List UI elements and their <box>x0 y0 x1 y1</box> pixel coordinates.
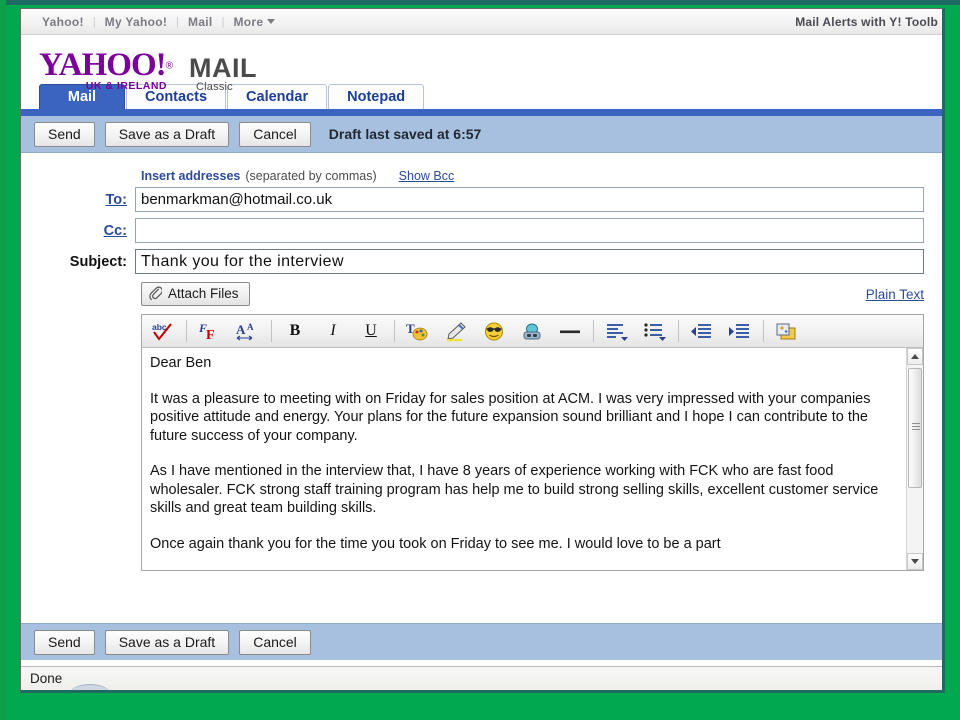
to-field-row: To: <box>39 187 924 212</box>
cancel-button-bottom[interactable]: Cancel <box>239 629 311 655</box>
send-button-bottom[interactable]: Send <box>34 629 95 655</box>
message-paragraph: It was a pleasure to meeting with on Fri… <box>150 390 871 444</box>
topnav-link-yahoo[interactable]: Yahoo! <box>33 15 93 29</box>
emoticon-icon[interactable] <box>475 317 513 346</box>
toolbar-separator <box>593 320 594 342</box>
message-paragraph: As I have mentioned in the interview tha… <box>150 463 879 516</box>
yahoo-top-nav: Yahoo! | My Yahoo! | Mail | More Mail Al… <box>21 9 942 35</box>
topnav-link-mail[interactable]: Mail <box>179 15 222 29</box>
attach-files-label: Attach Files <box>168 286 239 301</box>
mail-product-name: MAIL <box>189 53 257 83</box>
attach-files-button[interactable]: Attach Files <box>141 282 250 306</box>
indent-icon[interactable] <box>721 317 759 346</box>
insert-addresses-link[interactable]: Insert addresses <box>141 169 240 183</box>
editor-body-wrap: Dear Ben It was a pleasure to meeting wi… <box>142 348 923 570</box>
rich-text-editor: abc F F A A B I U T Dear Ben It was a pl… <box>141 314 924 571</box>
insert-addresses-hint: (separated by commas) <box>245 169 377 183</box>
triangle-down-icon <box>911 559 919 564</box>
cc-field-row: Cc: <box>39 218 924 243</box>
branding-band: YAHOO!® UK & IRELAND MAIL Classic <box>21 35 942 93</box>
underline-icon[interactable]: U <box>352 317 390 346</box>
message-body-input[interactable]: Dear Ben It was a pleasure to meeting wi… <box>142 348 906 570</box>
status-bar-artifact <box>69 684 111 690</box>
insert-addresses-row: Insert addresses (separated by commas) S… <box>141 165 924 187</box>
font-size-icon[interactable]: A A <box>229 317 267 346</box>
chevron-down-icon <box>267 19 276 24</box>
browser-window: Yahoo! | My Yahoo! | Mail | More Mail Al… <box>20 8 945 693</box>
svg-text:A: A <box>247 322 254 332</box>
yahoo-logo[interactable]: YAHOO!® UK & IRELAND <box>39 47 174 91</box>
tab-notepad[interactable]: Notepad <box>328 84 425 109</box>
triangle-up-icon <box>911 354 919 359</box>
message-paragraph: Once again thank you for the time you to… <box>150 535 721 552</box>
italic-icon[interactable]: I <box>314 317 352 346</box>
show-bcc-link[interactable]: Show Bcc <box>399 169 455 183</box>
yahoo-region-label: UK & IRELAND <box>85 79 168 92</box>
subject-field-row: Subject: <box>39 249 924 274</box>
font-family-icon[interactable]: F F <box>191 317 229 346</box>
yahoo-wordmark: YAHOO! <box>39 47 167 83</box>
svg-text:A: A <box>236 322 246 337</box>
tab-calendar[interactable]: Calendar <box>227 84 328 109</box>
align-text-icon[interactable] <box>598 317 636 346</box>
message-paragraph: Dear Ben <box>150 355 212 371</box>
editor-toolbar: abc F F A A B I U T <box>142 315 923 348</box>
cc-field-label[interactable]: Cc: <box>39 223 135 239</box>
draft-status-text: Draft last saved at 6:57 <box>328 126 482 142</box>
toolbar-promo-link[interactable]: Mail Alerts with Y! Toolb <box>795 9 938 35</box>
cancel-button[interactable]: Cancel <box>239 121 311 147</box>
scroll-down-icon[interactable] <box>907 553 923 570</box>
desktop-background: Yahoo! | My Yahoo! | Mail | More Mail Al… <box>0 0 960 720</box>
spellcheck-icon[interactable]: abc <box>144 317 182 346</box>
topnav-link-my-yahoo[interactable]: My Yahoo! <box>96 15 177 29</box>
save-draft-button-bottom[interactable]: Save as a Draft <box>104 629 230 655</box>
cc-input[interactable] <box>135 218 924 243</box>
browser-status-bar: Done <box>21 666 942 690</box>
topnav-more-menu[interactable]: More <box>224 15 284 29</box>
editor-scrollbar[interactable] <box>906 348 923 570</box>
subject-input[interactable] <box>135 249 924 274</box>
svg-text:F: F <box>206 328 215 342</box>
scrollbar-thumb[interactable] <box>908 368 922 488</box>
toolbar-separator <box>394 320 395 342</box>
mail-product-edition: Classic <box>196 81 233 93</box>
desktop-top-edge <box>0 0 960 5</box>
to-input[interactable] <box>135 187 924 212</box>
toolbar-separator <box>186 320 187 342</box>
scroll-up-icon[interactable] <box>907 348 923 365</box>
status-text: Done <box>30 671 63 686</box>
bulleted-list-icon[interactable] <box>636 317 674 346</box>
text-color-icon[interactable]: T <box>399 317 437 346</box>
to-field-label[interactable]: To: <box>39 192 135 208</box>
compose-form: Insert addresses (separated by commas) S… <box>21 153 942 623</box>
mail-product-brand: MAIL Classic <box>189 53 257 93</box>
highlighter-icon[interactable] <box>437 317 475 346</box>
scrollbar-grip-icon <box>912 423 920 430</box>
insert-link-icon[interactable] <box>513 317 551 346</box>
paperclip-icon <box>149 286 162 301</box>
bold-icon[interactable]: B <box>276 317 314 346</box>
subject-field-label: Subject: <box>69 253 127 270</box>
tab-strip-underline <box>21 109 942 116</box>
toolbar-separator <box>271 320 272 342</box>
plain-text-link[interactable]: Plain Text <box>866 287 924 302</box>
toolbar-separator <box>678 320 679 342</box>
topnav-more-label: More <box>233 14 264 29</box>
save-draft-button[interactable]: Save as a Draft <box>104 121 230 147</box>
compose-action-bar-top: Send Save as a Draft Cancel Draft last s… <box>21 116 942 153</box>
desktop-left-edge <box>0 0 6 720</box>
send-button[interactable]: Send <box>34 121 95 147</box>
toolbar-separator <box>763 320 764 342</box>
horizontal-rule-icon[interactable] <box>551 317 589 346</box>
compose-action-bar-bottom: Send Save as a Draft Cancel <box>21 623 942 660</box>
registered-trademark-icon: ® <box>165 60 174 72</box>
stationery-icon[interactable] <box>768 317 806 346</box>
outdent-icon[interactable] <box>683 317 721 346</box>
attach-row: Attach Files Plain Text <box>141 280 924 308</box>
